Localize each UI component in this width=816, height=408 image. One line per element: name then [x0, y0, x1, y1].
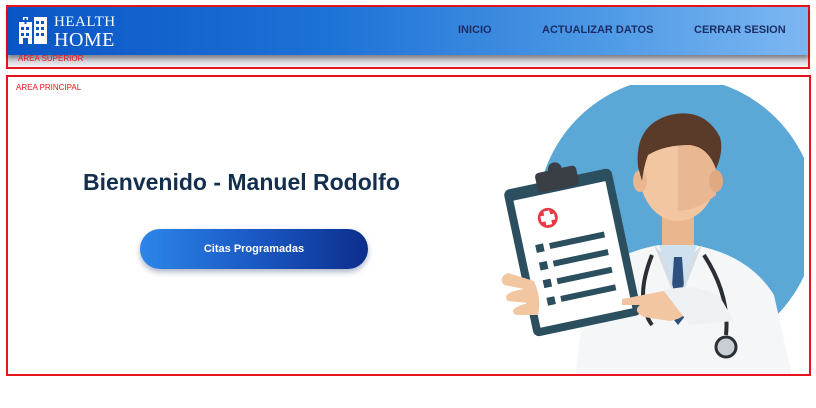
- stethoscope-icon: [714, 335, 738, 359]
- doctor-with-clipboard-illustration: [501, 85, 804, 373]
- top-area-label: AREA SUPERIOR: [18, 54, 84, 63]
- header-bar: HEALTH HOME INICIO ACTUALIZAR DATOS CERR…: [8, 7, 808, 55]
- main-area-label: AREA PRINCIPAL: [16, 83, 82, 92]
- appointments-button[interactable]: Citas Programadas: [140, 229, 368, 269]
- nav-cerrar-sesion[interactable]: CERRAR SESION: [694, 24, 786, 36]
- nav-actualizar-datos[interactable]: ACTUALIZAR DATOS: [542, 24, 653, 36]
- nav-inicio[interactable]: INICIO: [458, 24, 492, 36]
- header-shadow: [8, 55, 808, 69]
- main-area: AREA PRINCIPAL Bienvenido - Manuel Rodol…: [6, 75, 811, 376]
- welcome-heading: Bienvenido - Manuel Rodolfo: [83, 169, 400, 195]
- main-nav: INICIO ACTUALIZAR DATOS CERRAR SESION: [8, 7, 808, 55]
- top-area: HEALTH HOME INICIO ACTUALIZAR DATOS CERR…: [6, 5, 810, 69]
